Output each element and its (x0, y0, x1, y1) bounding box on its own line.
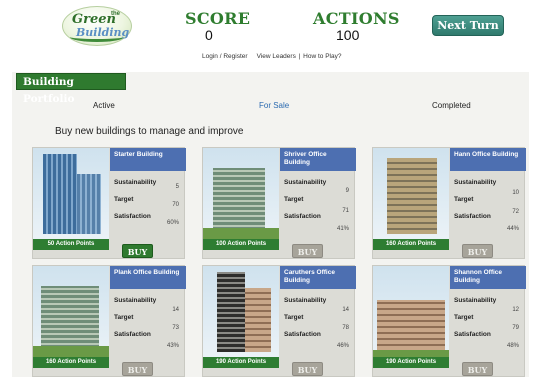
how-to-play-link[interactable]: How to Play? (303, 53, 341, 60)
link-separator: | (298, 53, 301, 60)
satisfaction-label: Satisfaction (284, 331, 321, 338)
sustainability-value: 5 (175, 184, 179, 190)
target-value: 71 (342, 208, 349, 214)
next-turn-button[interactable]: Next Turn (432, 15, 504, 36)
sustainability-value: 10 (512, 190, 519, 196)
satisfaction-label: Satisfaction (454, 331, 491, 338)
sustainability-label: Sustainability (114, 179, 157, 186)
satisfaction-value: 48% (506, 343, 519, 349)
building-card: 160 Action Points Hann Office Building S… (372, 147, 526, 259)
buy-button[interactable]: BUY (462, 362, 493, 376)
sustainability-value: 12 (512, 307, 519, 313)
sustainability-value: 14 (342, 307, 349, 313)
target-value: 79 (512, 325, 519, 331)
view-leaders-link[interactable]: View Leaders (257, 53, 296, 60)
building-lawn (203, 228, 279, 239)
building-name: Plank Office Building (110, 266, 186, 289)
action-points-badge: 100 Action Points (203, 239, 279, 250)
buy-button[interactable]: BUY (122, 244, 153, 258)
building-photo (203, 148, 279, 250)
building-name: Shannon Office Building (450, 266, 526, 289)
portfolio-subtitle: Buy new buildings to manage and improve (55, 126, 244, 137)
satisfaction-label: Satisfaction (114, 213, 151, 220)
target-label: Target (114, 196, 134, 203)
building-card: 50 Action Points Starter Building Sustai… (32, 147, 186, 259)
sustainability-label: Sustainability (454, 297, 497, 304)
target-value: 70 (172, 202, 179, 208)
building-photo (33, 266, 109, 368)
target-value: 73 (172, 325, 179, 331)
score-value: 0 (205, 27, 213, 43)
target-label: Target (284, 196, 304, 203)
building-photo (203, 266, 279, 368)
satisfaction-value: 60% (166, 220, 179, 226)
sustainability-label: Sustainability (114, 297, 157, 304)
building-tower (43, 154, 77, 234)
buy-button[interactable]: BUY (292, 244, 323, 258)
building-tower (245, 288, 271, 352)
logo-text-green: Green (72, 12, 116, 27)
action-points-badge: 190 Action Points (203, 357, 279, 368)
building-lawn (373, 350, 449, 357)
satisfaction-value: 46% (336, 343, 349, 349)
buy-button[interactable]: BUY (462, 244, 493, 258)
tab-completed[interactable]: Completed (432, 101, 471, 110)
buy-button[interactable]: BUY (292, 362, 323, 376)
top-links: Login / Register View Leaders | How to P… (202, 53, 341, 60)
login-register-link[interactable]: Login / Register (202, 53, 248, 60)
tab-active[interactable]: Active (93, 101, 115, 110)
building-tower (213, 168, 265, 230)
sustainability-label: Sustainability (284, 297, 327, 304)
actions-label: ACTIONS (313, 9, 400, 28)
satisfaction-label: Satisfaction (114, 331, 151, 338)
game-logo[interactable]: Green the Building (62, 6, 132, 46)
action-points-badge: 50 Action Points (33, 239, 109, 250)
building-photo (373, 148, 449, 250)
action-points-badge: 160 Action Points (373, 239, 449, 250)
building-lawn (33, 346, 109, 357)
target-label: Target (454, 196, 474, 203)
score-label: SCORE (185, 9, 251, 28)
target-label: Target (454, 314, 474, 321)
target-label: Target (284, 314, 304, 321)
satisfaction-value: 43% (166, 343, 179, 349)
sustainability-value: 9 (345, 188, 349, 194)
satisfaction-value: 41% (336, 226, 349, 232)
building-photo (33, 148, 109, 250)
building-tower (377, 300, 445, 350)
action-points-badge: 160 Action Points (33, 357, 109, 368)
building-tower (77, 174, 101, 234)
building-name: Hann Office Building (450, 148, 526, 171)
building-name: Shriver Office Building (280, 148, 356, 171)
tab-for-sale[interactable]: For Sale (259, 101, 289, 110)
sustainability-label: Sustainability (454, 179, 497, 186)
building-card: 160 Action Points Plank Office Building … (32, 265, 186, 377)
building-card: 190 Action Points Shannon Office Buildin… (372, 265, 526, 377)
satisfaction-label: Satisfaction (454, 213, 491, 220)
building-tower (387, 158, 437, 234)
sustainability-label: Sustainability (284, 179, 327, 186)
building-card: 190 Action Points Caruthers Office Build… (202, 265, 356, 377)
target-value: 78 (342, 325, 349, 331)
building-name: Caruthers Office Building (280, 266, 356, 289)
sustainability-value: 14 (172, 307, 179, 313)
building-name: Starter Building (110, 148, 186, 171)
logo-text-building: Building (76, 26, 130, 39)
building-card: 100 Action Points Shriver Office Buildin… (202, 147, 356, 259)
building-tower (217, 272, 245, 352)
target-label: Target (114, 314, 134, 321)
buy-button[interactable]: BUY (122, 362, 153, 376)
satisfaction-value: 44% (506, 226, 519, 232)
target-value: 72 (512, 209, 519, 215)
portfolio-title: Building Portfolio (16, 73, 126, 105)
action-points-badge: 190 Action Points (373, 357, 449, 368)
satisfaction-label: Satisfaction (284, 213, 321, 220)
actions-value: 100 (336, 27, 360, 43)
logo-text-the: the (111, 11, 120, 17)
building-photo (373, 266, 449, 368)
building-tower (41, 286, 99, 348)
